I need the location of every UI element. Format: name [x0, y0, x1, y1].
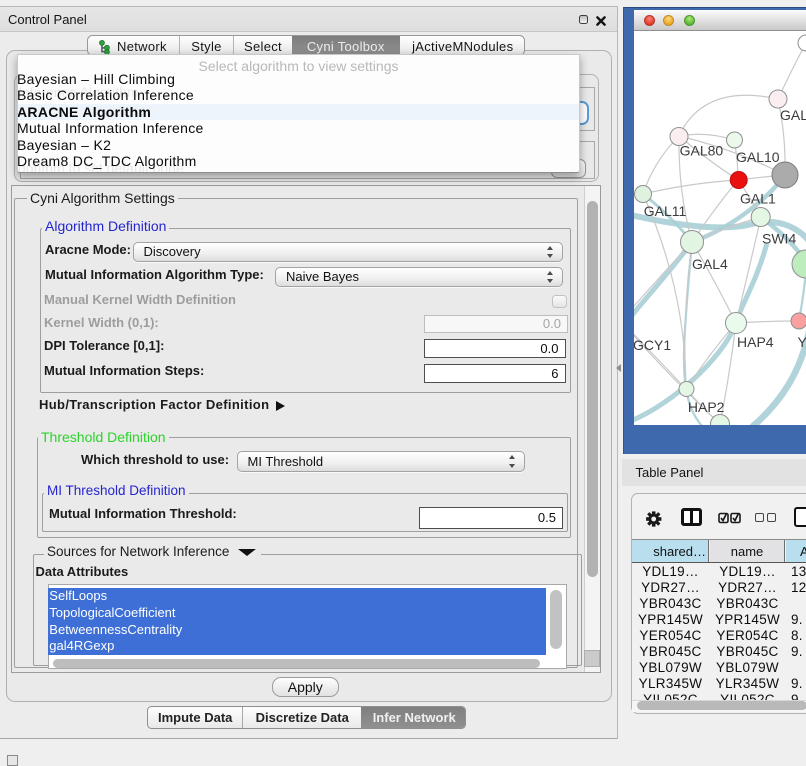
svg-text:GAL1: GAL1 — [740, 191, 776, 207]
svg-text:GCY1: GCY1 — [634, 337, 671, 353]
svg-text:GAL10: GAL10 — [736, 149, 780, 165]
svg-text:GAL11: GAL11 — [644, 203, 687, 219]
svg-text:SWI4: SWI4 — [762, 231, 796, 247]
svg-text:GAL4: GAL4 — [692, 256, 728, 272]
svg-text:HAP2: HAP2 — [688, 399, 725, 415]
svg-text:YD: YD — [798, 334, 806, 350]
svg-text:GAL80: GAL80 — [680, 143, 724, 159]
svg-text:HAP4: HAP4 — [737, 334, 774, 350]
svg-text:GAL7: GAL7 — [780, 107, 806, 123]
